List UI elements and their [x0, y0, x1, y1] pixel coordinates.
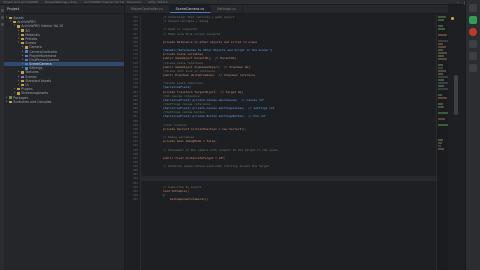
- minimap-line: [438, 55, 445, 57]
- minimap-line: [438, 52, 447, 54]
- folder-icon: [17, 92, 20, 95]
- folder-icon: [21, 83, 24, 87]
- scroll-thumb[interactable]: [454, 75, 458, 115]
- tree-node[interactable]: ▸ Scratches and Consoles: [4, 100, 124, 104]
- minimap-line: [438, 58, 448, 60]
- minimap-line: [438, 94, 443, 96]
- code-minimap[interactable]: [436, 15, 448, 270]
- minimap-line: [438, 139, 444, 141]
- tree-node-label: Scratches and Consoles: [13, 99, 52, 104]
- folder-icon: [13, 21, 16, 24]
- folder-icon: [9, 100, 12, 104]
- folder-icon: [21, 71, 24, 74]
- plugin-icon[interactable]: [469, 40, 477, 48]
- minimap-line: [438, 64, 444, 66]
- line-number: 207: [132, 197, 138, 202]
- line-number-gutter: 163 164 165 166 167 168 169 170 171 172 173 174 175 1…: [125, 15, 141, 270]
- editor-tab[interactable]: PlayerController.cs: [125, 5, 170, 13]
- folder-icon: [21, 79, 24, 83]
- project-panel-title[interactable]: Project: [4, 5, 124, 14]
- minimap-line: [438, 16, 446, 18]
- notifications-icon[interactable]: [469, 4, 477, 12]
- terminal-icon[interactable]: [469, 64, 477, 72]
- minimap-line: [438, 88, 448, 90]
- folder-icon: [17, 88, 20, 91]
- code-editor[interactable]: // Controller that controls / game objec…: [141, 15, 436, 270]
- scene-icon: [21, 75, 24, 78]
- file-icon: [25, 50, 28, 53]
- tree-node-label: Standard Assets: [25, 78, 52, 83]
- minimap-line: [438, 148, 444, 150]
- project-tree: ▾ Assets ▾ ArchVizPRO ▾ ArchVizPRO Interior V…: [4, 14, 124, 104]
- file-icon: [25, 58, 28, 62]
- minimap-line: [438, 49, 444, 51]
- minimap-line: [438, 97, 447, 99]
- minimap-line: [438, 70, 447, 72]
- assistant-icon[interactable]: [469, 52, 477, 60]
- folder-icon: [21, 37, 24, 41]
- minimap-line: [438, 67, 443, 69]
- minimap-line: [438, 40, 448, 42]
- folder-icon: [21, 29, 24, 32]
- minimap-line: [438, 124, 448, 126]
- project-panel: Project ▾ Assets ▾ ArchVizPRO ▾ ArchVizPRO In…: [4, 5, 125, 270]
- editor-tab[interactable]: Settings.cs: [211, 5, 243, 13]
- minimap-line: [438, 28, 445, 30]
- file-icon: [25, 62, 28, 66]
- minimap-line: [438, 103, 443, 105]
- minimap-line: [438, 142, 443, 144]
- minimap-line: [438, 25, 443, 27]
- editor-tab-strip: PlayerController.cs SceneCamera.cs Setting…: [125, 5, 448, 14]
- minimap-line: [438, 19, 444, 21]
- minimap-line: [438, 79, 444, 81]
- minimap-line: [438, 43, 444, 45]
- minimap-line: [438, 34, 448, 36]
- code-text: GetComponent<Camera>(): [156, 197, 209, 202]
- right-tool-strip: [465, 0, 480, 270]
- minimap-line: [438, 118, 445, 120]
- warning-indicator-icon[interactable]: [451, 17, 454, 20]
- browser-icon[interactable]: [469, 28, 477, 36]
- database-icon[interactable]: [469, 16, 477, 24]
- minimap-line: [438, 76, 448, 78]
- folder-icon: [25, 46, 28, 49]
- pkg-icon: [9, 96, 12, 99]
- folder-icon: [17, 25, 20, 28]
- minimap-line: [438, 85, 444, 87]
- minimap-line: [438, 112, 448, 114]
- minimap-line: [438, 82, 448, 84]
- folder-icon: [21, 33, 24, 37]
- minimap-line: [438, 145, 441, 147]
- minimap-line: [438, 106, 445, 108]
- minimize-button[interactable]: –: [457, 0, 459, 5]
- folder-icon: [9, 16, 12, 20]
- folder-icon: [21, 42, 24, 45]
- minimap-line: [438, 73, 444, 75]
- editor-scrollbar[interactable]: [448, 15, 465, 270]
- file-icon: [25, 67, 28, 70]
- editor-tab[interactable]: SceneCamera.cs: [169, 5, 211, 13]
- file-icon: [25, 54, 28, 57]
- minimap-line: [438, 46, 446, 48]
- code-line[interactable]: GetComponent<Camera>(): [141, 197, 436, 201]
